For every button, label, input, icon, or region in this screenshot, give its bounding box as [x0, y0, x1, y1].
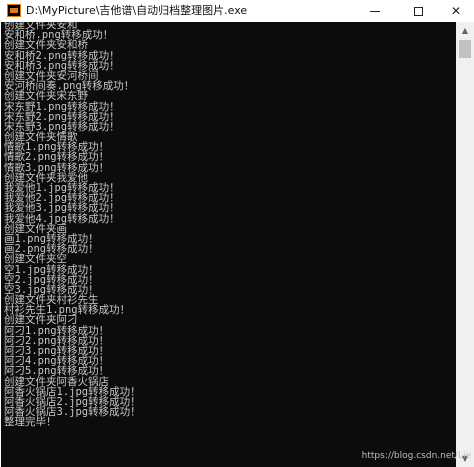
- watermark: https://blog.csdn.net/Lie: [361, 451, 471, 461]
- title-bar[interactable]: D:\MyPicture\吉他谱\自动归档整理图片.exe ✕: [0, 0, 474, 23]
- console-line: 整理完毕！: [4, 416, 57, 429]
- console-line: 创建文件夹宋东野: [4, 90, 88, 103]
- app-icon: [7, 4, 21, 17]
- maximize-icon: [413, 7, 423, 16]
- console-line: 创建文件夹空: [4, 253, 67, 266]
- close-button[interactable]: ✕: [438, 0, 474, 22]
- console-lines: 创建文件夹安和 安和桥.png转移成功！ 创建文件夹安和桥 安和桥2.png转移成功！…: [4, 22, 141, 428]
- window-title: D:\MyPicture\吉他谱\自动归档整理图片.exe: [26, 4, 248, 17]
- scroll-thumb[interactable]: [459, 40, 471, 58]
- minimize-button[interactable]: [357, 0, 393, 22]
- minimize-icon: [370, 11, 380, 12]
- maximize-button[interactable]: [400, 0, 436, 22]
- vertical-scrollbar[interactable]: ▲ ▼: [456, 22, 474, 467]
- scroll-up-arrow-icon[interactable]: ▲: [456, 22, 474, 39]
- console-output[interactable]: 创建文件夹安和 安和桥.png转移成功！ 创建文件夹安和桥 安和桥2.png转移成功！…: [1, 22, 456, 467]
- console-window: D:\MyPicture\吉他谱\自动归档整理图片.exe ✕ 创建文件夹安和安…: [0, 0, 474, 467]
